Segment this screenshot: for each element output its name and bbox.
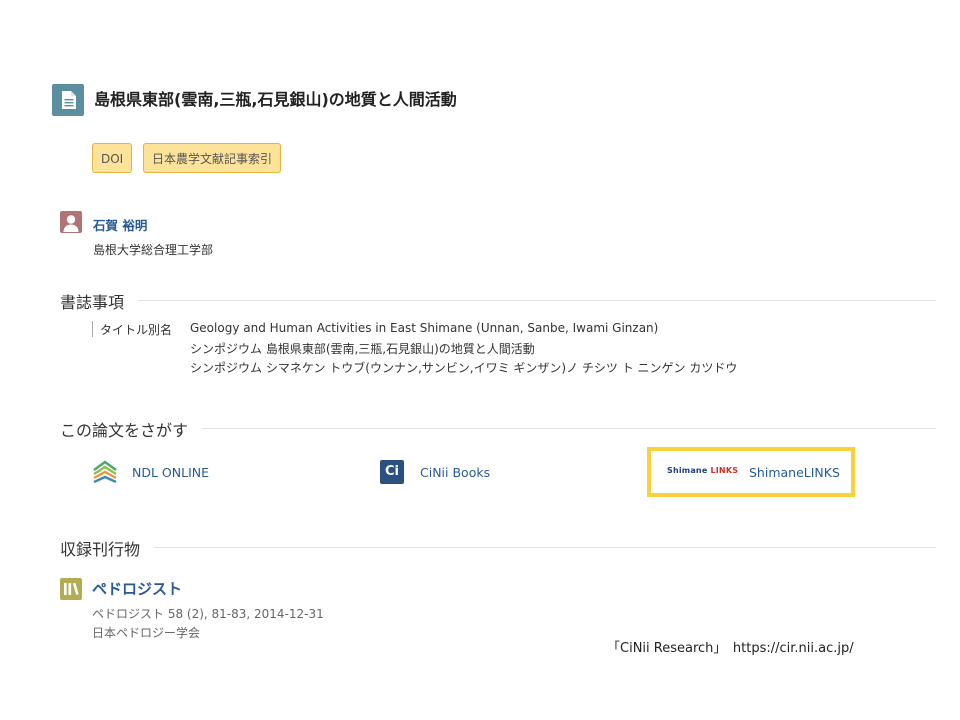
journal-icon (60, 578, 82, 600)
alt-title-en: Geology and Human Activities in East Shi… (190, 321, 659, 335)
ndl-icon (92, 458, 118, 484)
bibliography-heading: 書誌事項 (60, 289, 139, 313)
journal-volume: ペドロジスト 58 (2), 81-83, 2014-12-31 (92, 607, 324, 621)
alt-title-kana: シンポジウム シマネケン トウブ(ウンナン,サンビン,イワミ ギンザン)ノ チシ… (190, 361, 738, 375)
author-name-link[interactable]: 石賀 裕明 (93, 215, 147, 234)
label-bar (92, 321, 93, 337)
alt-title-label: タイトル別名 (100, 323, 173, 337)
alt-title-ja: シンポジウム 島根県東部(雲南,三瓶,石見銀山)の地質と人間活動 (190, 342, 535, 356)
journal-publisher: 日本ペドロジー学会 (92, 626, 201, 640)
person-icon (60, 211, 82, 233)
shimane-links-link[interactable]: ShimaneLINKS (749, 465, 840, 480)
journal-heading: 収録刊行物 (60, 536, 155, 560)
journal-title-link[interactable]: ペドロジスト (92, 578, 182, 599)
cinii-books-icon: Ci (380, 460, 404, 484)
doi-badge[interactable]: DOI (92, 143, 133, 173)
section-divider (60, 300, 936, 301)
shimane-links-logo: Shimane LINKS (667, 466, 739, 475)
section-divider (60, 547, 936, 548)
cinii-books-link[interactable]: CiNii Books (420, 465, 490, 480)
search-heading: この論文をさがす (60, 417, 203, 441)
page-title: 島根県東部(雲南,三瓶,石見銀山)の地質と人間活動 (94, 90, 457, 109)
naro-index-badge[interactable]: 日本農学文献記事索引 (143, 143, 282, 173)
ndl-online-link[interactable]: NDL ONLINE (132, 465, 209, 480)
source-credit: 「CiNii Research」 https://cir.nii.ac.jp/ (607, 641, 854, 656)
author-affiliation: 島根大学総合理工学部 (93, 243, 214, 257)
document-icon (52, 84, 84, 116)
